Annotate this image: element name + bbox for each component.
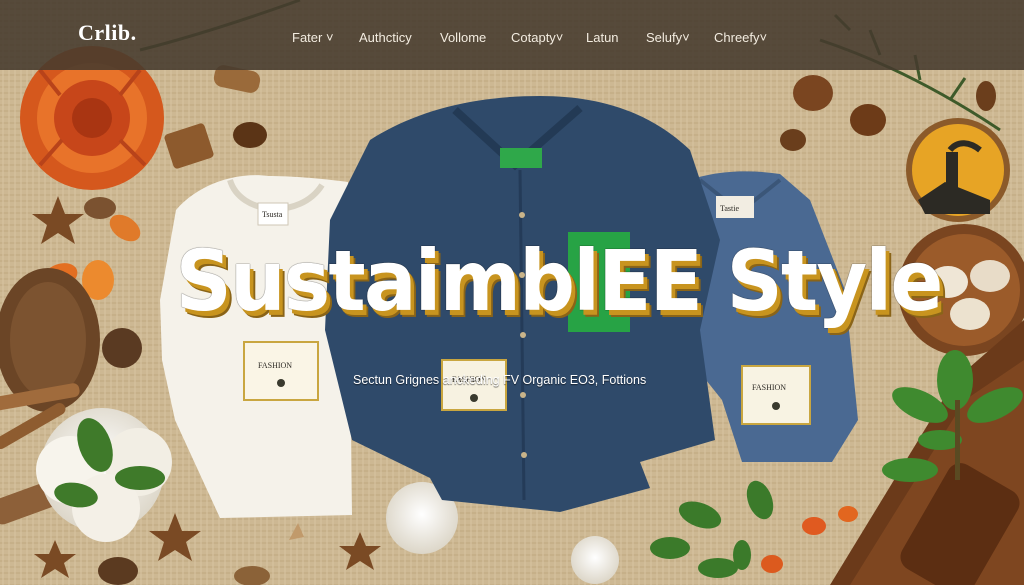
ceramic-plate-decoration xyxy=(906,118,1010,222)
nav-item-latun[interactable]: Latun xyxy=(586,30,619,45)
site-logo[interactable]: Crlib. xyxy=(78,20,137,46)
nav-item-selufy[interactable]: Selufy˅ xyxy=(646,30,690,45)
svg-text:FASHION: FASHION xyxy=(258,361,292,370)
nav-item-authcticy[interactable]: Authcticy xyxy=(359,30,412,45)
hero-subheadline: Sectun Grignes anckeding FV Organic EO3,… xyxy=(353,373,647,387)
svg-text:Tsusta: Tsusta xyxy=(262,210,283,219)
svg-text:Tastie: Tastie xyxy=(720,204,739,213)
nav-item-vollome[interactable]: Vollome xyxy=(440,30,486,45)
nav-item-cotapty[interactable]: Cotapty˅ xyxy=(511,30,563,45)
hero-headline: SustaimblEE Style xyxy=(175,232,944,330)
nav-item-fater[interactable]: Fater ˅ xyxy=(292,30,334,45)
top-navbar: Crlib. Fater ˅ Authcticy Vollome Cotapty… xyxy=(0,0,1024,70)
nav-item-chreefy[interactable]: Chreefy˅ xyxy=(714,30,767,45)
svg-text:FASHION: FASHION xyxy=(752,383,786,392)
